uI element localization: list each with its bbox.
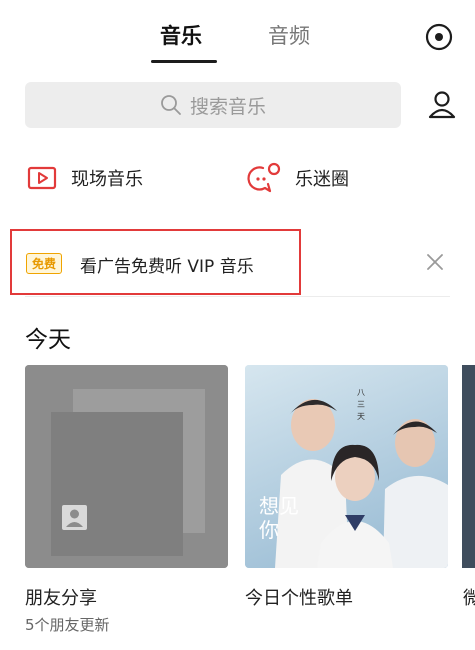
user-icon bbox=[428, 91, 456, 119]
search-placeholder: 搜索音乐 bbox=[189, 95, 266, 118]
scan-button[interactable] bbox=[424, 22, 454, 52]
daily-playlist-card[interactable]: 八 三 天 想见 你 bbox=[245, 365, 448, 568]
search-input[interactable]: 搜索音乐 bbox=[25, 82, 401, 128]
tab-music[interactable]: 音乐 bbox=[160, 20, 202, 50]
ad-text: 看广告免费听 VIP 音乐 bbox=[80, 257, 254, 277]
fan-circle-label: 乐迷圈 bbox=[295, 169, 349, 190]
album-title-text: 想见 你 bbox=[259, 494, 299, 542]
ad-banner[interactable]: 免费 看广告免费听 VIP 音乐 bbox=[10, 229, 301, 295]
chat-bubble-icon bbox=[247, 162, 281, 193]
friends-share-card[interactable] bbox=[25, 365, 228, 568]
scan-circle-icon bbox=[425, 23, 453, 51]
active-tab-indicator bbox=[151, 60, 217, 63]
top-tab-bar: 音乐 音频 bbox=[0, 0, 475, 70]
daily-playlist-title: 今日个性歌单 bbox=[245, 588, 353, 609]
album-title-line1: 想见 bbox=[259, 494, 299, 518]
live-music-entry[interactable]: 现场音乐 bbox=[27, 160, 143, 196]
section-title-today: 今天 bbox=[25, 327, 71, 353]
tab-audio[interactable]: 音频 bbox=[268, 20, 310, 50]
live-music-label: 现场音乐 bbox=[71, 169, 143, 190]
divider bbox=[25, 296, 450, 297]
profile-button[interactable] bbox=[426, 89, 458, 121]
search-placeholder-group: 搜索音乐 bbox=[160, 92, 266, 119]
next-card-title: 微 bbox=[463, 588, 475, 609]
friends-share-title: 朋友分享 bbox=[25, 588, 97, 609]
search-icon bbox=[161, 95, 181, 115]
free-badge: 免费 bbox=[26, 253, 62, 274]
close-icon bbox=[427, 254, 443, 270]
friends-share-cover bbox=[25, 365, 228, 568]
fan-circle-entry[interactable]: 乐迷圈 bbox=[245, 160, 349, 196]
friends-share-subtitle: 5个朋友更新 bbox=[25, 616, 110, 634]
ad-close-button[interactable] bbox=[422, 249, 448, 275]
next-card-peek[interactable] bbox=[462, 365, 475, 568]
live-play-icon bbox=[27, 166, 57, 190]
album-title-line2: 你 bbox=[259, 518, 279, 542]
